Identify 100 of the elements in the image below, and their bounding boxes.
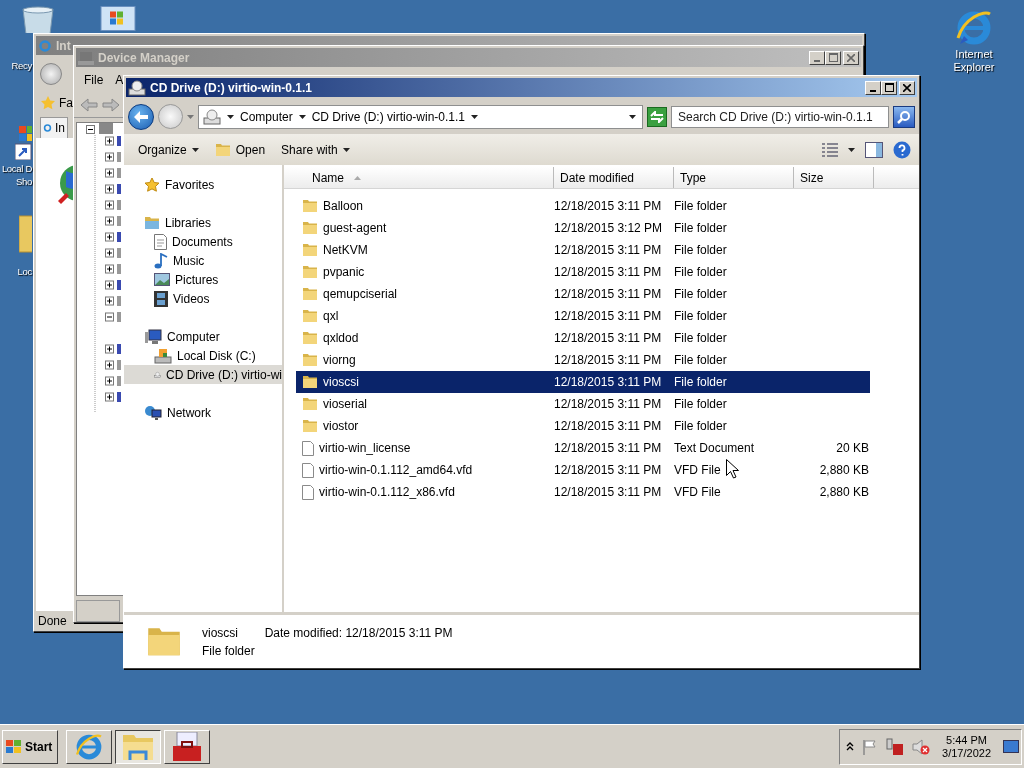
file-row[interactable]: vioscsi 12/18/2015 3:11 PM File folder <box>296 371 870 393</box>
file-row[interactable]: vioserial 12/18/2015 3:11 PM File folder <box>296 393 870 415</box>
flag-icon[interactable] <box>862 738 879 755</box>
search-button[interactable] <box>893 105 915 128</box>
file-row[interactable]: qxl 12/18/2015 3:11 PM File folder <box>296 305 870 327</box>
window-icon[interactable] <box>100 5 136 32</box>
film-icon <box>154 290 168 307</box>
menu-item[interactable]: File <box>84 73 104 93</box>
file-name: qxl <box>323 309 339 323</box>
nav-item[interactable]: CD Drive (D:) virtio-wi <box>124 365 282 384</box>
date-cell: 12/18/2015 3:11 PM <box>554 397 662 411</box>
file-name: vioserial <box>323 397 367 411</box>
nav-item[interactable]: Favorites <box>124 175 282 194</box>
recycle-bin-icon[interactable] <box>20 5 56 33</box>
clock-date[interactable]: 3/17/2022 <box>942 746 991 760</box>
date-cell: 12/18/2015 3:11 PM <box>554 309 662 323</box>
type-cell: File folder <box>674 199 727 213</box>
type-cell: File folder <box>674 243 727 257</box>
preview-pane-icon[interactable] <box>865 141 883 158</box>
file-row[interactable]: viorng 12/18/2015 3:11 PM File folder <box>296 349 870 371</box>
close-button[interactable] <box>899 80 915 95</box>
file-row[interactable]: viostor 12/18/2015 3:11 PM File folder <box>296 415 870 437</box>
date-cell: 12/18/2015 3:11 PM <box>554 375 662 389</box>
show-desktop-icon[interactable] <box>1003 739 1019 754</box>
date-cell: 12/18/2015 3:11 PM <box>554 243 662 257</box>
file-row[interactable]: qxldod 12/18/2015 3:11 PM File folder <box>296 327 870 349</box>
caret-icon <box>187 114 194 119</box>
file-name: NetKVM <box>323 243 368 257</box>
network-error-icon[interactable] <box>886 737 905 756</box>
nav-item[interactable]: Videos <box>124 289 282 308</box>
date-cell: 12/18/2015 3:12 PM <box>554 221 663 235</box>
file-row[interactable]: qemupciserial 12/18/2015 3:11 PM File folder <box>296 283 870 305</box>
address-bar[interactable]: Computer CD Drive (D:) virtio-win-0.1.1 <box>198 104 643 129</box>
nav-item[interactable]: Network <box>124 403 282 422</box>
date-cell: 12/18/2015 3:11 PM <box>554 485 662 499</box>
view-list-icon[interactable] <box>822 142 838 157</box>
refresh-button[interactable] <box>647 106 667 127</box>
column-header[interactable]: Type <box>674 167 794 188</box>
nav-item[interactable]: Computer <box>124 327 282 346</box>
size-cell: 2,880 KB <box>819 485 869 499</box>
start-button[interactable]: Start <box>2 729 58 764</box>
type-cell: File folder <box>674 309 727 323</box>
file-row[interactable]: virtio-win_license 12/18/2015 3:11 PM Text Document 20 KB <box>296 437 870 459</box>
maximize-button[interactable] <box>881 80 897 95</box>
back-arrow-icon <box>134 110 148 123</box>
close-icon <box>847 53 855 62</box>
close-button[interactable] <box>843 50 859 65</box>
nav-item[interactable]: Local Disk (C:) <box>124 346 282 365</box>
toolbar-button[interactable]: Open <box>208 139 272 160</box>
network-icon <box>144 404 162 421</box>
toolbar-button[interactable]: Share with <box>275 139 356 160</box>
star-icon <box>144 176 160 193</box>
favorites-label[interactable]: Fa <box>59 96 73 110</box>
nav-item[interactable]: Documents <box>124 232 282 251</box>
mouse-cursor-icon <box>726 459 739 479</box>
nav-item[interactable]: Music <box>124 251 282 270</box>
minimize-button[interactable] <box>809 50 825 65</box>
breadcrumb[interactable]: Computer <box>240 109 293 124</box>
clock-time[interactable]: 5:44 PM <box>946 733 987 747</box>
chevron-up-icon[interactable] <box>846 742 855 751</box>
caret-icon <box>471 114 479 119</box>
minimize-icon <box>814 59 820 62</box>
column-header[interactable]: Name <box>284 167 554 188</box>
speaker-muted-icon[interactable] <box>912 737 931 756</box>
maximize-button[interactable] <box>825 50 841 65</box>
breadcrumb[interactable]: CD Drive (D:) virtio-win-0.1.1 <box>311 109 466 124</box>
size-cell: 20 KB <box>836 441 869 455</box>
status-bar <box>76 600 120 622</box>
caret-icon <box>342 147 350 152</box>
file-row[interactable]: virtio-win-0.1.112_amd64.vfd 12/18/2015 3:11 PM VFD File 2,880 KB <box>296 459 870 481</box>
file-row[interactable]: guest-agent 12/18/2015 3:12 PM File folder <box>296 217 870 239</box>
file-name: guest-agent <box>323 221 387 235</box>
file-row[interactable]: virtio-win-0.1.112_x86.vfd 12/18/2015 3:11 PM VFD File 2,880 KB <box>296 481 870 503</box>
file-icon <box>302 440 314 456</box>
browser-tab[interactable]: In <box>40 117 68 138</box>
nav-item[interactable]: Pictures <box>124 270 282 289</box>
date-cell: 12/18/2015 3:11 PM <box>554 441 662 455</box>
taskbar-button[interactable] <box>115 729 161 764</box>
file-row[interactable]: Balloon 12/18/2015 3:11 PM File folder <box>296 195 870 217</box>
shortcut-icon[interactable] <box>15 126 32 160</box>
search-field[interactable]: Search CD Drive (D:) virtio-win-0.1.1 <box>671 105 889 128</box>
size-cell: 2,880 KB <box>819 463 869 477</box>
help-icon[interactable] <box>893 140 911 159</box>
type-cell: File folder <box>674 375 727 389</box>
menu-item[interactable]: A <box>115 73 124 93</box>
file-row[interactable]: pvpanic 12/18/2015 3:11 PM File folder <box>296 261 870 283</box>
back-button[interactable] <box>128 103 154 130</box>
column-header[interactable]: Size <box>794 167 874 188</box>
nav-item[interactable]: Libraries <box>124 213 282 232</box>
file-row[interactable]: NetKVM 12/18/2015 3:11 PM File folder <box>296 239 870 261</box>
column-header[interactable]: Date modified <box>554 167 674 188</box>
caret-icon <box>227 114 234 119</box>
desktop-icon-label: Loc <box>17 265 32 278</box>
date-cell: 12/18/2015 3:11 PM <box>554 287 662 301</box>
type-cell: File folder <box>674 287 727 301</box>
toolbar-button[interactable]: Organize <box>132 139 205 160</box>
picture-icon <box>154 273 170 286</box>
type-cell: File folder <box>674 265 727 279</box>
minimize-button[interactable] <box>865 80 881 95</box>
file-name: vioscsi <box>323 375 359 389</box>
